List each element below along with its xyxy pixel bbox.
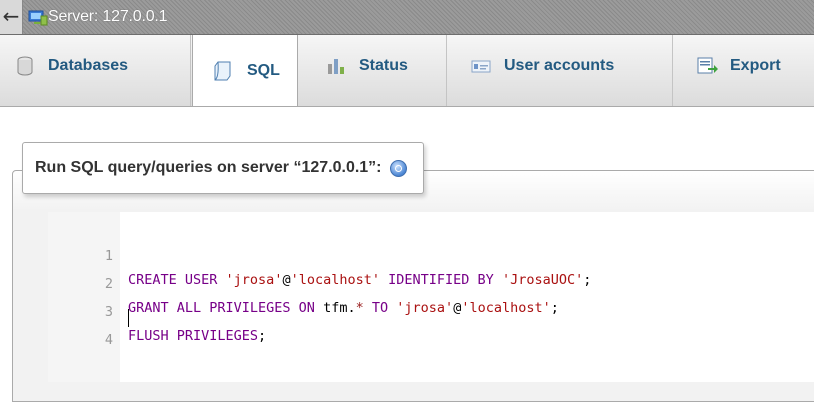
export-icon: [696, 56, 718, 76]
server-breadcrumb-bar: ← Server: 127.0.0.1: [0, 0, 814, 35]
line-number: 4: [104, 332, 113, 348]
status-icon: [325, 56, 347, 76]
panel-legend: Run SQL query/queries on server “127.0.0…: [22, 142, 424, 194]
tab-databases[interactable]: Databases: [14, 48, 128, 84]
help-icon[interactable]: [389, 159, 407, 177]
sql-editor[interactable]: 1 CREATE USER 'jrosa'@'localhost' IDENTI…: [48, 212, 814, 382]
tab-user-accounts-label: User accounts: [504, 57, 615, 74]
tab-sql-label: SQL: [247, 61, 280, 79]
code-line: 2 GRANT ALL PRIVILEGES ON tfm.* TO 'jros…: [48, 248, 559, 316]
code-line: 3 FLUSH PRIVILEGES;: [48, 276, 266, 344]
tab-divider: [190, 35, 191, 106]
server-link[interactable]: Server: 127.0.0.1: [48, 8, 168, 26]
code-line-text: CREATE USER 'jrosa'@'localhost' IDENTIFI…: [128, 272, 592, 288]
tab-sql[interactable]: SQL: [192, 35, 298, 106]
code-line-text: GRANT ALL PRIVILEGES ON tfm.* TO 'jrosa'…: [128, 300, 559, 316]
server-icon: [28, 10, 48, 26]
code-line: 4: [48, 304, 129, 348]
tab-export-label: Export: [730, 57, 781, 74]
tab-status-label: Status: [359, 57, 408, 74]
collapse-arrow-icon[interactable]: ←: [0, 0, 23, 34]
code-line: 1 CREATE USER 'jrosa'@'localhost' IDENTI…: [48, 220, 592, 288]
tab-export[interactable]: Export: [696, 48, 781, 84]
tab-bar: Databases SQL Status User accounts Expor…: [0, 35, 814, 107]
tab-user-accounts[interactable]: User accounts: [470, 48, 614, 84]
tab-divider: [446, 35, 447, 106]
user-accounts-icon: [470, 56, 492, 76]
tab-status[interactable]: Status: [325, 48, 408, 84]
code-line-text: FLUSH PRIVILEGES;: [128, 328, 267, 344]
tab-divider: [672, 35, 673, 106]
text-cursor: [128, 309, 129, 327]
panel-legend-text: Run SQL query/queries on server “127.0.0…: [35, 159, 382, 176]
tab-databases-label: Databases: [48, 57, 129, 74]
database-icon: [14, 56, 36, 76]
sql-icon: [213, 61, 235, 81]
